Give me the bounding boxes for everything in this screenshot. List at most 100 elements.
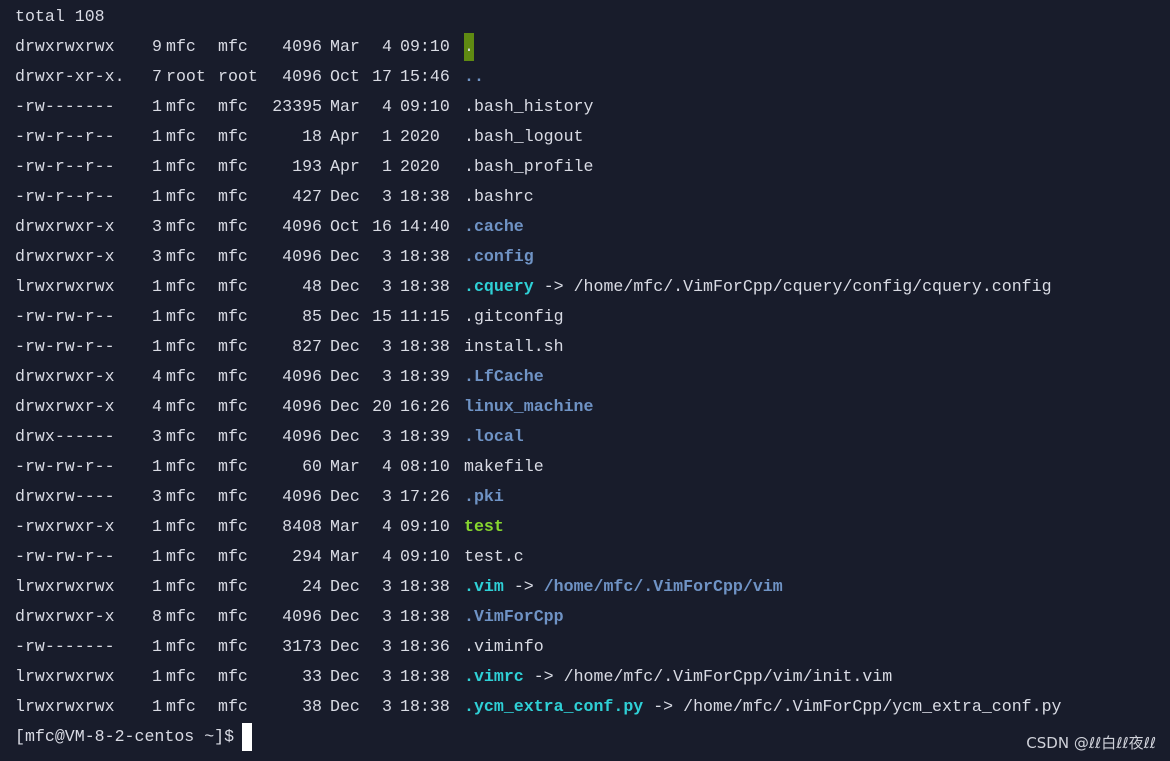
listing-row: -rw-rw-r-- 1 mfc mfc 294 Mar 4 09:10 test.c: [15, 542, 1165, 572]
permissions: drwxrwxr-x: [15, 247, 115, 266]
entry-name-cell: makefile: [456, 452, 544, 482]
day: 4: [382, 547, 392, 566]
time: 09:10: [400, 547, 450, 566]
permissions: -rw-r--r--: [15, 127, 115, 146]
month: Dec: [330, 637, 360, 656]
file-size: 4096: [282, 367, 322, 386]
entry-name-cell: .vimrc -> /home/mfc/.VimForCpp/vim/init.…: [456, 662, 892, 692]
month: Dec: [330, 667, 360, 686]
permissions: lrwxrwxrwx: [15, 277, 115, 296]
terminal-output[interactable]: total 108 drwxrwxrwx 9 mfc mfc 4096 Mar 4 09:10…: [15, 2, 1165, 752]
entry-name: .local: [464, 427, 524, 446]
link-count: 3: [152, 487, 162, 506]
listing-row: drwxrwxr-x 3 mfc mfc 4096 Dec 3 18:38 .config: [15, 242, 1165, 272]
day: 17: [372, 67, 392, 86]
entry-name: install.sh: [464, 337, 564, 356]
file-size: 193: [292, 157, 322, 176]
month: Dec: [330, 337, 360, 356]
entry-name-cell: .bash_history: [456, 92, 593, 122]
shell-prompt: [mfc@VM-8-2-centos ~]$: [15, 727, 235, 746]
entry-name: .bash_logout: [464, 127, 584, 146]
listing-row: -rw-r--r-- 1 mfc mfc 427 Dec 3 18:38 .bashrc: [15, 182, 1165, 212]
owner: mfc: [166, 247, 196, 266]
day: 3: [382, 577, 392, 596]
time: 17:26: [400, 487, 450, 506]
permissions: -rw-r--r--: [15, 187, 115, 206]
listing: drwxrwxrwx 9 mfc mfc 4096 Mar 4 09:10. drwxr-xr-…: [15, 32, 1165, 722]
day: 16: [372, 217, 392, 236]
time: 18:39: [400, 367, 450, 386]
prompt-line[interactable]: [mfc@VM-8-2-centos ~]$: [15, 722, 1165, 752]
listing-row: -rw-rw-r-- 1 mfc mfc 827 Dec 3 18:38 install.sh: [15, 332, 1165, 362]
entry-name: .bashrc: [464, 187, 534, 206]
link-count: 3: [152, 217, 162, 236]
entry-name-cell: test: [456, 512, 504, 542]
file-size: 24: [302, 577, 322, 596]
owner: mfc: [166, 367, 196, 386]
group: mfc: [218, 367, 248, 386]
permissions: -rwxrwxr-x: [15, 517, 115, 536]
entry-name: makefile: [464, 457, 544, 476]
total-line: total 108: [15, 7, 105, 26]
listing-row: -rw------- 1 mfc mfc 23395 Mar 4 09:10 .bash_his…: [15, 92, 1165, 122]
day: 1: [382, 157, 392, 176]
time: 16:26: [400, 397, 450, 416]
day: 3: [382, 667, 392, 686]
entry-name: .gitconfig: [464, 307, 564, 326]
entry-name: .vimrc: [464, 667, 524, 686]
file-size: 4096: [282, 67, 322, 86]
entry-name: .viminfo: [464, 637, 544, 656]
month: Dec: [330, 277, 360, 296]
time: 18:38: [400, 697, 450, 716]
group: mfc: [218, 37, 248, 56]
time: 11:15: [400, 307, 450, 326]
time: 18:38: [400, 277, 450, 296]
owner: mfc: [166, 547, 196, 566]
group: mfc: [218, 517, 248, 536]
symlink-arrow: ->: [533, 667, 554, 686]
group: mfc: [218, 457, 248, 476]
permissions: lrwxrwxrwx: [15, 577, 115, 596]
entry-name-cell: .config: [456, 242, 534, 272]
time: 18:38: [400, 607, 450, 626]
month: Dec: [330, 307, 360, 326]
listing-row: drwxrw---- 3 mfc mfc 4096 Dec 3 17:26 .pki: [15, 482, 1165, 512]
time: 2020: [400, 127, 440, 146]
day: 4: [382, 457, 392, 476]
entry-name: .cache: [464, 217, 524, 236]
listing-row: drwxrwxr-x 4 mfc mfc 4096 Dec 3 18:39 .LfCache: [15, 362, 1165, 392]
group: mfc: [218, 637, 248, 656]
symlink-target: /home/mfc/.VimForCpp/cquery/config/cquer…: [573, 277, 1052, 296]
symlink-target: /home/mfc/.VimForCpp/vim: [543, 577, 783, 596]
symlink-target: /home/mfc/.VimForCpp/ycm_extra_conf.py: [683, 697, 1062, 716]
owner: mfc: [166, 577, 196, 596]
permissions: drwx------: [15, 427, 115, 446]
time: 18:38: [400, 337, 450, 356]
entry-name-cell: .: [456, 32, 474, 62]
month: Dec: [330, 367, 360, 386]
permissions: -rw-rw-r--: [15, 457, 115, 476]
entry-name-cell: .ycm_extra_conf.py -> /home/mfc/.VimForC…: [456, 692, 1062, 722]
link-count: 1: [152, 667, 162, 686]
entry-name: .bash_history: [464, 97, 594, 116]
owner: mfc: [166, 127, 196, 146]
owner: mfc: [166, 337, 196, 356]
owner: mfc: [166, 517, 196, 536]
listing-row: lrwxrwxrwx 1 mfc mfc 38 Dec 3 18:38 .ycm_extra_c…: [15, 692, 1165, 722]
file-size: 23395: [272, 97, 322, 116]
owner: mfc: [166, 667, 196, 686]
time: 08:10: [400, 457, 450, 476]
day: 15: [372, 307, 392, 326]
time: 18:36: [400, 637, 450, 656]
entry-name: .LfCache: [464, 367, 544, 386]
month: Dec: [330, 187, 360, 206]
symlink-arrow: ->: [543, 277, 564, 296]
file-size: 4096: [282, 217, 322, 236]
day: 4: [382, 37, 392, 56]
month: Dec: [330, 607, 360, 626]
month: Mar: [330, 547, 360, 566]
time: 2020: [400, 157, 440, 176]
file-size: 85: [302, 307, 322, 326]
group: mfc: [218, 547, 248, 566]
permissions: drwxrwxr-x: [15, 217, 115, 236]
